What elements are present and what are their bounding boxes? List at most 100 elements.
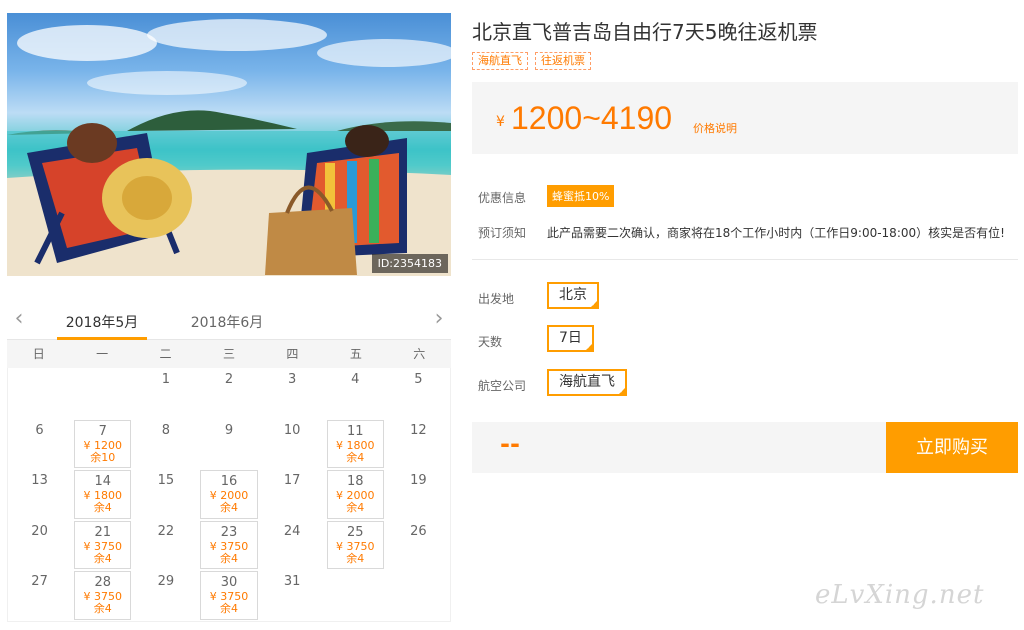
calendar-day-number: 6 — [35, 422, 44, 438]
site-watermark: eLvXing.net — [815, 580, 985, 610]
calendar-day-stock: 余4 — [346, 501, 365, 514]
calendar-day-available[interactable]: 14 ¥ 1800 余4 — [71, 469, 134, 520]
calendar-week-row: 20 21 ¥ 3750 余4 22 23 ¥ 3750 余4 24 25 ¥ 3750 余4 26 — [8, 520, 450, 571]
calendar-day-box[interactable]: 30 ¥ 3750 余4 — [200, 571, 258, 620]
calendar-day: 1 — [134, 368, 197, 419]
days-option[interactable]: 7日 ✓ — [547, 325, 594, 352]
photo-id-label: ID:2354183 — [371, 254, 448, 273]
calendar-day-number: 18 — [347, 474, 364, 489]
calendar-day-stock: 余4 — [219, 501, 238, 514]
calendar-month-nav: ‹ 2018年5月 2018年6月 › — [7, 300, 451, 340]
days-label: 天数 — [478, 335, 503, 349]
calendar-day-box[interactable]: 21 ¥ 3750 余4 — [74, 520, 132, 569]
notice-label: 预订须知 — [478, 226, 527, 240]
weekday-label: 三 — [222, 347, 235, 361]
calendar-day: 10 — [261, 419, 324, 470]
calendar-day-number: 23 — [220, 524, 238, 540]
calendar-day-available[interactable]: 16 ¥ 2000 余4 — [197, 469, 260, 520]
booking-notice: 此产品需要二次确认，商家将在18个工作小时内（工作日9:00-18:00）核实是… — [547, 226, 1005, 240]
calendar-day-available[interactable]: 11 ¥ 1800 余4 — [324, 419, 387, 470]
weekday-label: 五 — [349, 347, 362, 361]
month-tab-may[interactable]: 2018年5月 — [57, 312, 147, 332]
product-tags: 海航直飞 往返机票 — [472, 52, 591, 70]
calendar-day — [8, 368, 71, 419]
calendar-day-box[interactable]: 18 ¥ 2000 余4 — [326, 470, 384, 519]
calendar-day: 8 — [134, 419, 197, 470]
calendar-day-stock: 余4 — [219, 602, 238, 615]
calendar-day: 20 — [8, 520, 71, 571]
calendar-day-stock: 余4 — [93, 551, 112, 565]
airline-value: 海航直飞 — [559, 374, 615, 390]
price-panel: ¥ 1200~4190 价格说明 — [472, 82, 1018, 154]
tag-airline: 海航直飞 — [472, 52, 528, 70]
calendar-day-available[interactable]: 25 ¥ 3750 余4 — [324, 520, 387, 571]
chevron-right-icon[interactable]: › — [429, 308, 449, 332]
calendar-day-number: 13 — [31, 473, 48, 488]
calendar-day-price: ¥ 1200 — [83, 438, 122, 452]
divider — [472, 259, 1018, 260]
price-currency: ¥ — [496, 114, 505, 130]
calendar-day-number: 16 — [220, 474, 238, 489]
month-tab-june[interactable]: 2018年6月 — [182, 312, 272, 332]
promo-badge: 蜂蜜抵10% — [547, 185, 615, 207]
calendar-day: 24 — [261, 520, 324, 571]
calendar-week-row: 13 14 ¥ 1800 余4 15 16 ¥ 2000 余4 17 18 ¥ 2000 余4 19 — [8, 469, 450, 520]
calendar-day: 31 — [261, 570, 324, 621]
calendar-day-box[interactable]: 16 ¥ 2000 余4 — [200, 470, 258, 519]
days-value: 7日 — [559, 330, 582, 346]
calendar-day-number: 15 — [157, 473, 175, 488]
calendar-day-price: ¥ 1800 — [336, 438, 375, 452]
airline-option[interactable]: 海航直飞 ✓ — [547, 369, 627, 396]
calendar-day-available[interactable]: 7 ¥ 1200 余10 — [71, 419, 134, 470]
calendar-day: 15 — [134, 469, 197, 520]
airline-label: 航空公司 — [478, 379, 527, 393]
calendar-day-number: 31 — [283, 574, 301, 589]
product-title: 北京直飞普吉岛自由行7天5晚往返机票 — [472, 20, 818, 44]
calendar-day: 17 — [261, 469, 324, 520]
calendar-day-number: 21 — [94, 524, 111, 540]
price-note-link[interactable]: 价格说明 — [693, 120, 737, 136]
calendar-day-box[interactable]: 7 ¥ 1200 余10 — [74, 419, 132, 468]
calendar-day: 4 — [324, 368, 387, 419]
calendar-day-number: 1 — [161, 372, 170, 387]
calendar-day-number: 26 — [410, 523, 427, 539]
calendar-day-box[interactable]: 23 ¥ 3750 余4 — [200, 520, 258, 569]
calendar-day-available[interactable]: 18 ¥ 2000 余4 — [324, 469, 387, 520]
calendar-day: 27 — [8, 570, 71, 621]
calendar-day-available[interactable]: 30 ¥ 3750 余4 — [197, 570, 260, 621]
calendar-day-price: ¥ 3750 — [336, 539, 375, 553]
departure-option[interactable]: 北京 ✓ — [547, 282, 599, 309]
weekday-label: 二 — [159, 347, 172, 361]
tag-ticket-type: 往返机票 — [535, 52, 591, 70]
calendar-day-box[interactable]: 14 ¥ 1800 余4 — [74, 470, 132, 519]
calendar-day-box[interactable]: 28 ¥ 3750 余4 — [74, 571, 132, 620]
calendar-day-available[interactable]: 21 ¥ 3750 余4 — [71, 520, 134, 571]
calendar-day-number: 7 — [98, 423, 107, 439]
weekday-header: 日 一 二 三 四 五 六 — [7, 340, 451, 368]
calendar-day: 9 — [197, 419, 260, 470]
calendar-day-number: 12 — [410, 422, 427, 438]
calendar-day: 3 — [261, 368, 324, 419]
departure-label: 出发地 — [478, 292, 515, 306]
calendar-day-box[interactable]: 25 ¥ 3750 余4 — [326, 520, 384, 569]
calendar-day-available[interactable]: 23 ¥ 3750 余4 — [197, 520, 260, 571]
weekday-label: 四 — [286, 347, 299, 361]
calendar-day-number: 25 — [347, 524, 364, 540]
calendar-week-row: 27 28 ¥ 3750 余4 29 30 ¥ 3750 余4 31 — [8, 570, 450, 621]
calendar-day-number: 3 — [287, 372, 297, 387]
calendar-day — [387, 570, 450, 621]
calendar-day-number: 28 — [94, 575, 111, 590]
chevron-left-icon[interactable]: ‹ — [9, 308, 29, 332]
weekday-label: 六 — [413, 347, 426, 361]
calendar-day: 5 — [387, 368, 450, 419]
calendar-day-number: 8 — [161, 422, 170, 438]
buy-now-button[interactable]: 立即购买 — [886, 422, 1018, 473]
calendar-day-price: ¥ 3750 — [209, 539, 249, 553]
calendar-day-box[interactable]: 11 ¥ 1800 余4 — [326, 419, 384, 468]
check-icon: ✓ — [619, 387, 625, 395]
calendar-day-number: 9 — [224, 422, 234, 438]
calendar-day — [324, 570, 387, 621]
calendar-day-available[interactable]: 28 ¥ 3750 余4 — [71, 570, 134, 621]
purchase-bar: -- 立即购买 — [472, 422, 1018, 473]
calendar-day: 29 — [134, 570, 197, 621]
